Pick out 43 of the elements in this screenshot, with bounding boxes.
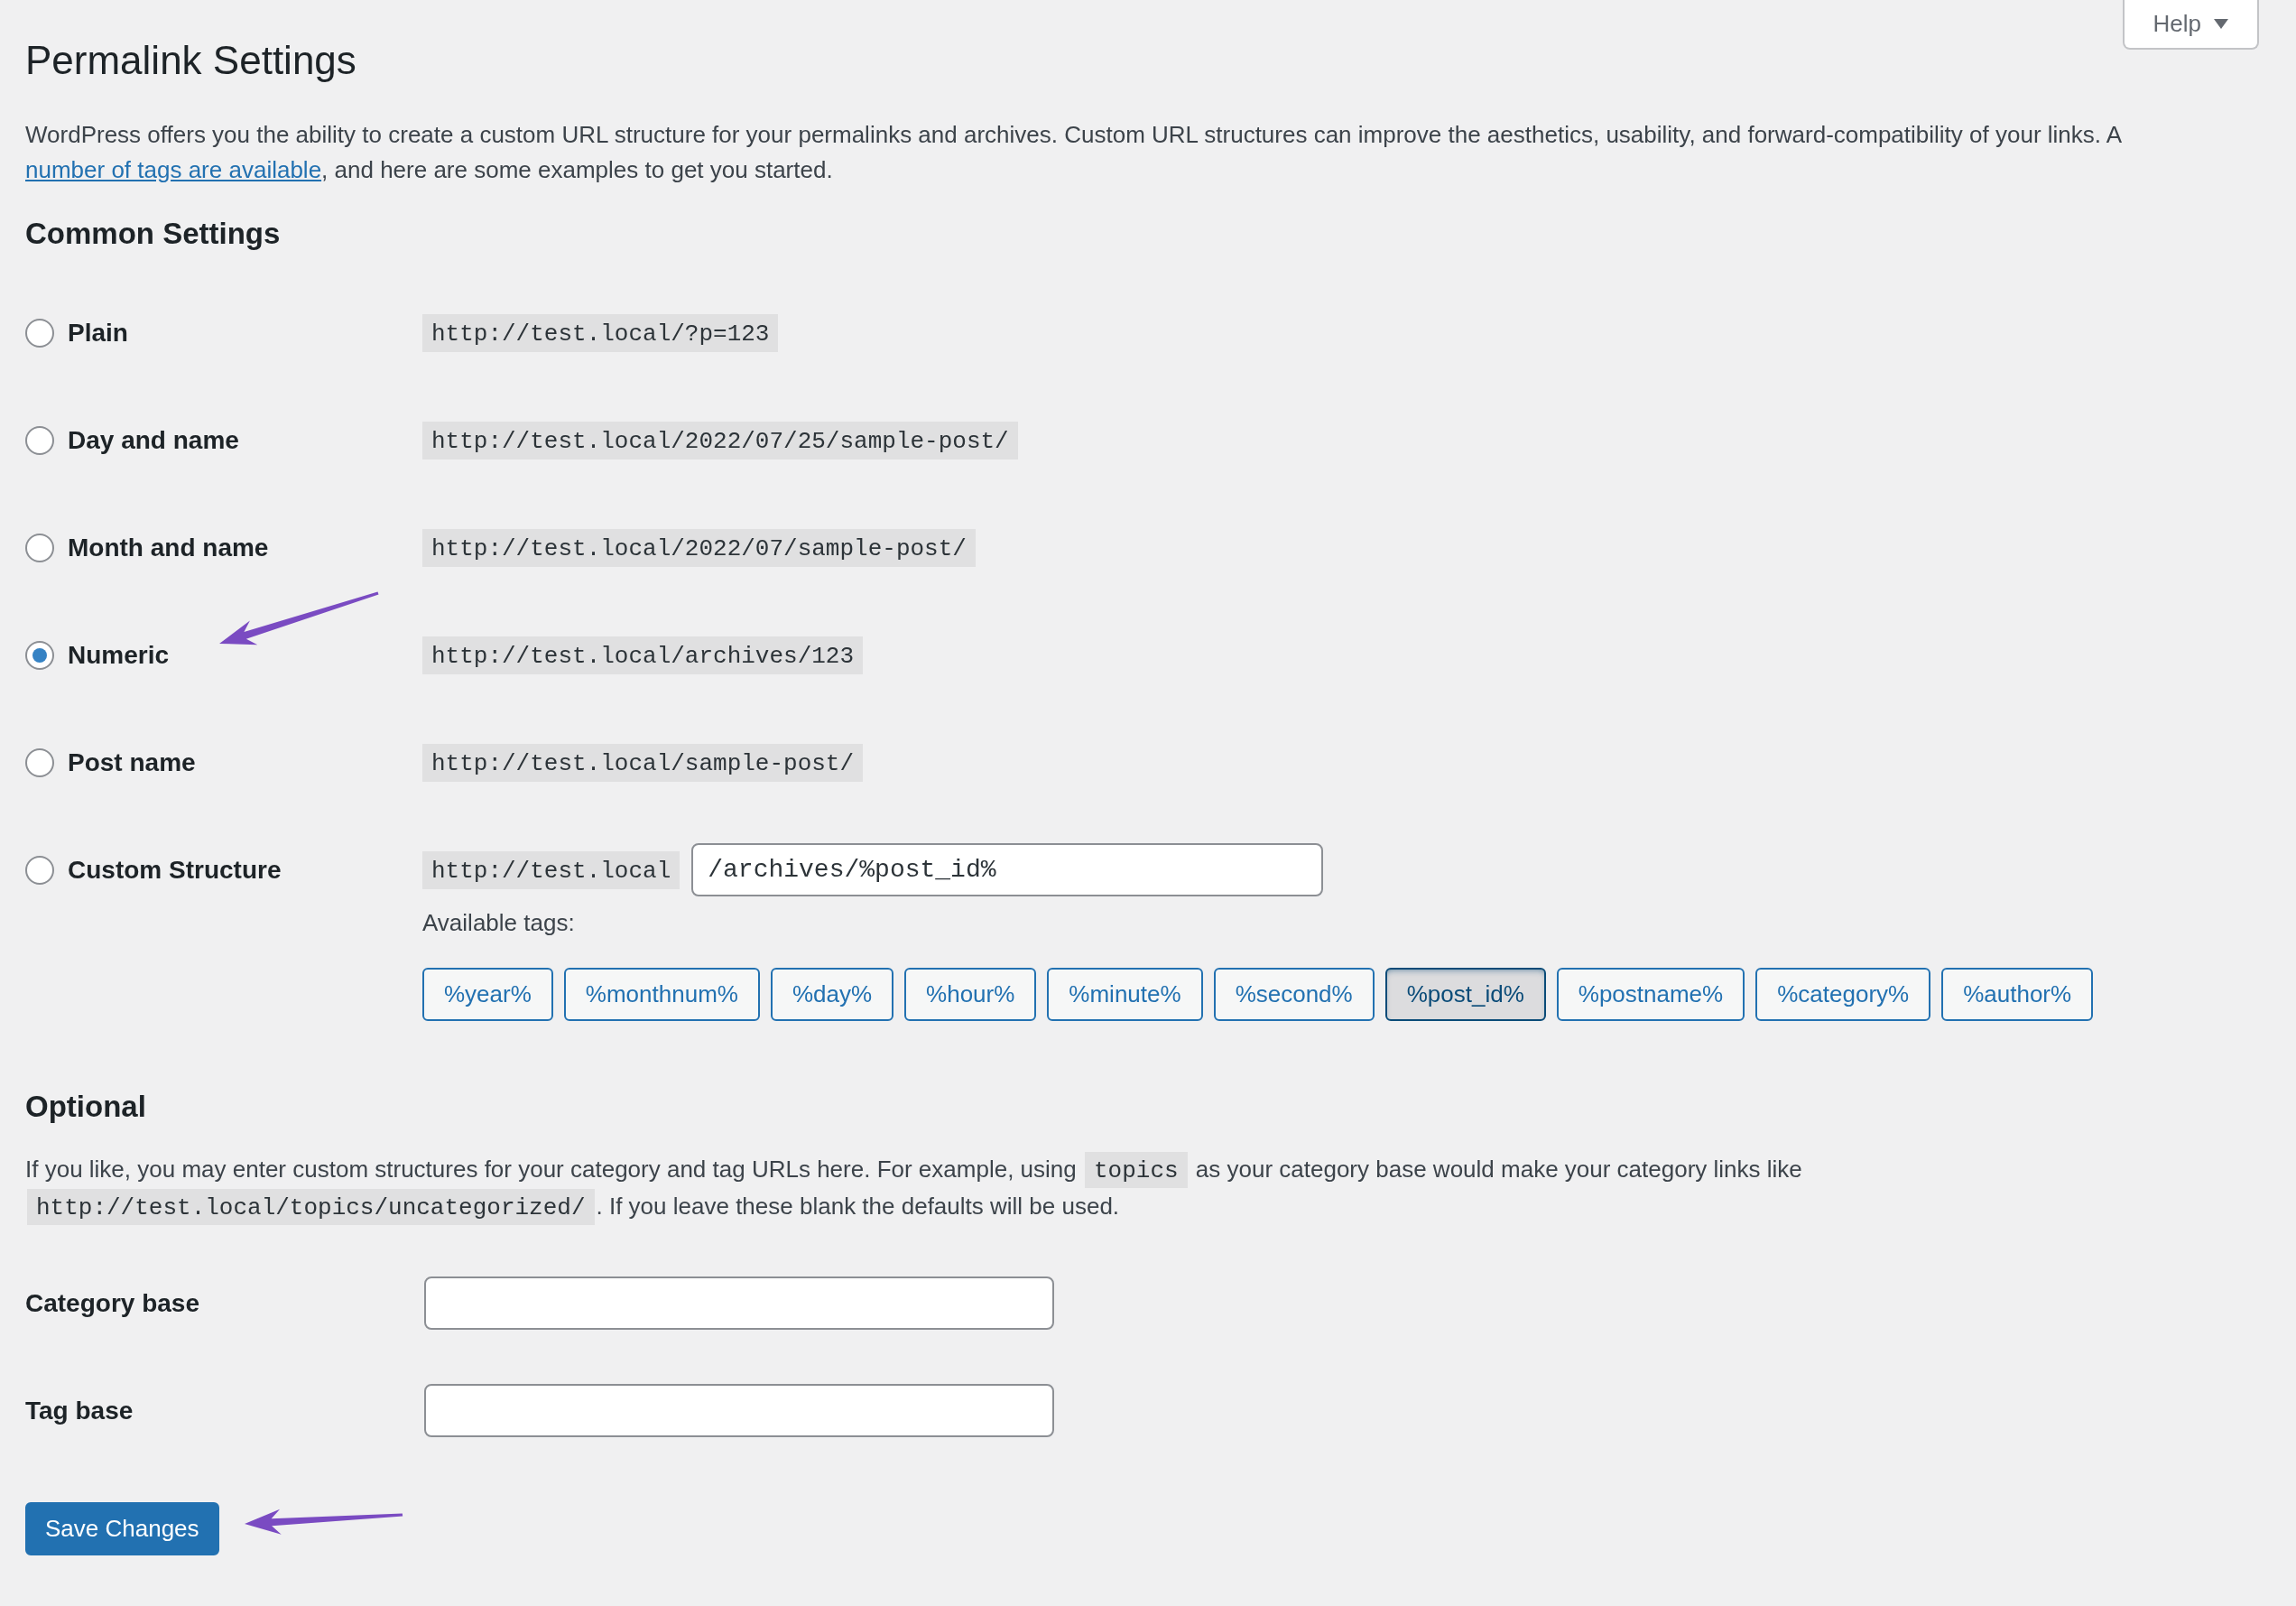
url-example: http://test.local/?p=123: [422, 313, 779, 352]
tag-button[interactable]: %minute%: [1047, 968, 1203, 1021]
url-example: http://test.local/2022/07/25/sample-post/: [422, 421, 1018, 460]
tag-button[interactable]: %year%: [422, 968, 553, 1021]
radio-button[interactable]: [25, 425, 54, 455]
option-label: Custom Structure: [68, 855, 282, 885]
option-label: Plain: [68, 318, 128, 348]
save-button[interactable]: Save Changes: [25, 1502, 219, 1555]
option-label: Numeric: [68, 640, 170, 670]
section-heading: Common Settings: [25, 216, 282, 252]
radio-button[interactable]: [25, 640, 54, 670]
description-text: If you like, you may enter custom structures for your category and tag URLs here. For example, using topics as your category base would make your category links like http://test.local/topics/uncategorized/ . If you leave these blank the defaults will be used.: [25, 1152, 2259, 1226]
help-button[interactable]: Help: [2122, 0, 2259, 50]
input-field[interactable]: [424, 1276, 1054, 1330]
tag-button[interactable]: %day%: [770, 968, 894, 1021]
radio-button[interactable]: [25, 855, 54, 885]
tag-button[interactable]: %author%: [1941, 968, 2094, 1021]
radio-button[interactable]: [25, 533, 54, 562]
caret-icon: [2214, 19, 2228, 29]
tag-button[interactable]: %post_id%: [1384, 968, 1546, 1021]
url-prefix: http://test.local: [422, 850, 680, 889]
tag-button[interactable]: %monthnum%: [563, 968, 760, 1021]
tag-button[interactable]: %hour%: [904, 968, 1037, 1021]
option-label: Post name: [68, 747, 196, 777]
url-example: http://test.local/2022/07/sample-post/: [422, 528, 976, 567]
option-label: Day and name: [68, 425, 239, 455]
input-field[interactable]: /archives/%post_id%: [691, 843, 1324, 896]
field-label: Category base: [25, 1288, 199, 1317]
tag-button[interactable]: %category%: [1755, 968, 1931, 1021]
tag-button[interactable]: %second%: [1213, 968, 1375, 1021]
url-example: http://test.local/sample-post/: [422, 743, 864, 782]
field-label: Tag base: [25, 1396, 134, 1425]
url-example: http://test.local/archives/123: [422, 636, 864, 674]
text-link[interactable]: number of tags are available: [25, 156, 322, 183]
intro-text: WordPress offers you the ability to create a custom URL structure for your permalinks and archives. Custom URL structures can improve the aesthetics, usability, and forward-compatibility of your links. A number of tags are available, and here are some examples to get you started.: [25, 120, 2123, 185]
input-field[interactable]: [424, 1384, 1054, 1437]
option-label: Month and name: [68, 533, 269, 562]
tag-button[interactable]: %postname%: [1556, 968, 1745, 1021]
radio-button[interactable]: [25, 318, 54, 348]
radio-button[interactable]: [25, 747, 54, 777]
section-heading: Optional: [25, 1089, 147, 1125]
page-title: Permalink Settings: [25, 37, 356, 84]
tags-label: Available tags:: [422, 908, 575, 938]
